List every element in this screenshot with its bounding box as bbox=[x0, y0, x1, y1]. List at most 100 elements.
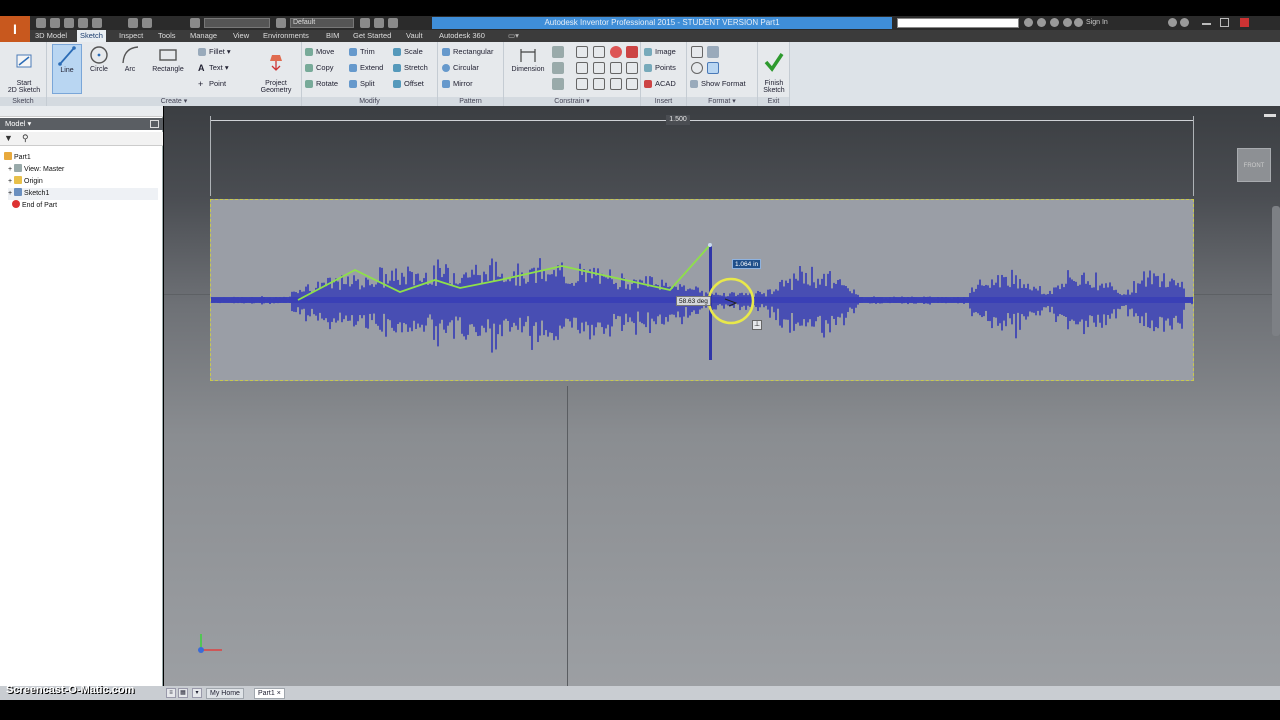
ribbon-display-toggle-icon[interactable]: ▭▾ bbox=[505, 30, 522, 42]
center-point-icon[interactable] bbox=[691, 62, 703, 74]
mirror-button[interactable]: Mirror bbox=[441, 77, 473, 91]
start-2d-sketch-button[interactable]: Start 2D Sketch bbox=[5, 44, 43, 94]
rotate-button[interactable]: Rotate bbox=[304, 77, 338, 91]
driven-dimension-icon[interactable] bbox=[707, 62, 719, 74]
coincident-constraint-icon[interactable] bbox=[576, 46, 588, 58]
tree-item-end-of-part[interactable]: End of Part bbox=[12, 200, 57, 212]
search-icon[interactable] bbox=[1024, 18, 1033, 27]
browser-menu-icon[interactable] bbox=[150, 120, 159, 128]
update-icon[interactable] bbox=[142, 18, 152, 28]
parallel-constraint-icon[interactable] bbox=[576, 62, 588, 74]
stretch-button[interactable]: Stretch bbox=[392, 61, 428, 75]
project-geometry-button[interactable]: Project Geometry bbox=[253, 44, 299, 94]
maximize-icon[interactable] bbox=[1220, 18, 1229, 27]
symmetric-constraint-icon[interactable] bbox=[610, 78, 622, 90]
viewport-restore-icon[interactable] bbox=[1264, 114, 1276, 117]
trim-button[interactable]: Trim bbox=[348, 45, 375, 59]
tab-manage[interactable]: Manage bbox=[187, 30, 220, 42]
points-button[interactable]: Points bbox=[643, 61, 676, 75]
appearance-icon[interactable] bbox=[276, 18, 286, 28]
split-button[interactable]: Split bbox=[348, 77, 375, 91]
tree-item-part1[interactable]: Part1 bbox=[4, 152, 31, 164]
dimension-value[interactable]: 1.500 bbox=[666, 115, 690, 125]
length-input[interactable]: 1.064 in bbox=[732, 259, 762, 269]
centerline-icon[interactable] bbox=[707, 46, 719, 58]
rectangle-button[interactable]: Rectangle bbox=[148, 44, 188, 94]
tab-autodesk-360[interactable]: Autodesk 360 bbox=[436, 30, 488, 42]
tab-sketch[interactable]: Sketch bbox=[77, 30, 106, 42]
undo-icon[interactable] bbox=[78, 18, 88, 28]
communication-center-icon[interactable] bbox=[1050, 18, 1059, 27]
help-icon[interactable] bbox=[1180, 18, 1189, 27]
material-icon[interactable] bbox=[190, 18, 200, 28]
vertical-constraint-icon[interactable] bbox=[626, 62, 638, 74]
graphics-viewport[interactable] bbox=[164, 106, 1280, 686]
close-tab-icon[interactable]: × bbox=[277, 690, 281, 697]
quick-access-more-icon[interactable] bbox=[388, 18, 398, 28]
tab-inspect[interactable]: Inspect bbox=[116, 30, 146, 42]
close-icon[interactable] bbox=[1240, 18, 1249, 27]
concentric-constraint-icon[interactable] bbox=[610, 46, 622, 58]
smooth-constraint-icon[interactable] bbox=[593, 78, 605, 90]
help-search-input[interactable] bbox=[897, 18, 1019, 28]
account-icon[interactable] bbox=[1074, 18, 1083, 27]
dimension-button[interactable]: Dimension bbox=[508, 44, 548, 94]
subscription-icon[interactable] bbox=[1037, 18, 1046, 27]
parameters-icon[interactable] bbox=[360, 18, 370, 28]
perpendicular-constraint-icon[interactable] bbox=[593, 62, 605, 74]
tab-get-started[interactable]: Get Started bbox=[350, 30, 394, 42]
fillet-button[interactable]: Fillet ▾ bbox=[197, 45, 231, 59]
minimize-icon[interactable] bbox=[1202, 23, 1211, 25]
filter-icon[interactable]: ▼ bbox=[4, 133, 13, 143]
find-icon[interactable]: ⚲ bbox=[22, 133, 29, 144]
appearance-dropdown[interactable]: Default bbox=[290, 18, 354, 28]
line-button[interactable]: Line bbox=[52, 44, 82, 94]
text-button[interactable]: A Text ▾ bbox=[197, 61, 229, 75]
exchange-apps-icon[interactable] bbox=[1168, 18, 1177, 27]
equal-constraint-icon[interactable] bbox=[626, 78, 638, 90]
construction-icon[interactable] bbox=[691, 46, 703, 58]
circle-button[interactable]: Circle bbox=[84, 44, 114, 94]
collinear-constraint-icon[interactable] bbox=[593, 46, 605, 58]
inventor-logo[interactable]: I bbox=[0, 16, 30, 42]
auto-dimension-icon[interactable] bbox=[552, 46, 564, 58]
tab-view[interactable]: View bbox=[230, 30, 252, 42]
navigation-bar[interactable] bbox=[1272, 206, 1280, 336]
point-button[interactable]: + Point bbox=[197, 77, 226, 91]
open-icon[interactable] bbox=[50, 18, 60, 28]
constraint-settings-icon[interactable] bbox=[552, 78, 564, 90]
acad-button[interactable]: ACAD bbox=[643, 77, 676, 91]
copy-button[interactable]: Copy bbox=[304, 61, 334, 75]
circular-pattern-button[interactable]: Circular bbox=[441, 61, 479, 75]
redo-icon[interactable] bbox=[92, 18, 102, 28]
fix-constraint-icon[interactable] bbox=[626, 46, 638, 58]
arc-button[interactable]: Arc bbox=[115, 44, 145, 94]
home-icon[interactable] bbox=[128, 18, 138, 28]
tab-part1[interactable]: Part1 × bbox=[254, 688, 285, 699]
offset-button[interactable]: Offset bbox=[392, 77, 424, 91]
horizontal-constraint-icon[interactable] bbox=[610, 62, 622, 74]
tab-my-home[interactable]: My Home bbox=[206, 688, 244, 699]
finish-sketch-button[interactable]: Finish Sketch bbox=[758, 44, 790, 94]
rectangular-pattern-button[interactable]: Rectangular bbox=[441, 45, 493, 59]
tab-tools[interactable]: Tools bbox=[155, 30, 179, 42]
tree-item-view-master[interactable]: + View: Master bbox=[8, 164, 64, 176]
angle-input[interactable]: 58.63 deg bbox=[676, 296, 711, 306]
tab-bim[interactable]: BIM bbox=[323, 30, 342, 42]
tree-item-origin[interactable]: + Origin bbox=[8, 176, 43, 188]
extend-button[interactable]: Extend bbox=[348, 61, 383, 75]
tab-list-icon[interactable]: ≡ bbox=[166, 688, 176, 698]
viewcube[interactable]: FRONT bbox=[1237, 148, 1271, 182]
sign-in-link[interactable]: Sign In bbox=[1086, 18, 1166, 28]
show-constraints-icon[interactable] bbox=[552, 62, 564, 74]
tab-menu-icon[interactable]: ▾ bbox=[192, 688, 202, 698]
tile-windows-icon[interactable]: ▦ bbox=[178, 688, 188, 698]
tab-vault[interactable]: Vault bbox=[403, 30, 426, 42]
tangent-constraint-icon[interactable] bbox=[576, 78, 588, 90]
move-button[interactable]: Move bbox=[304, 45, 334, 59]
new-icon[interactable] bbox=[36, 18, 46, 28]
browser-header[interactable]: Model ▾ bbox=[0, 118, 163, 130]
favorites-icon[interactable] bbox=[1063, 18, 1072, 27]
image-button[interactable]: Image bbox=[643, 45, 676, 59]
tab-environments[interactable]: Environments bbox=[260, 30, 312, 42]
